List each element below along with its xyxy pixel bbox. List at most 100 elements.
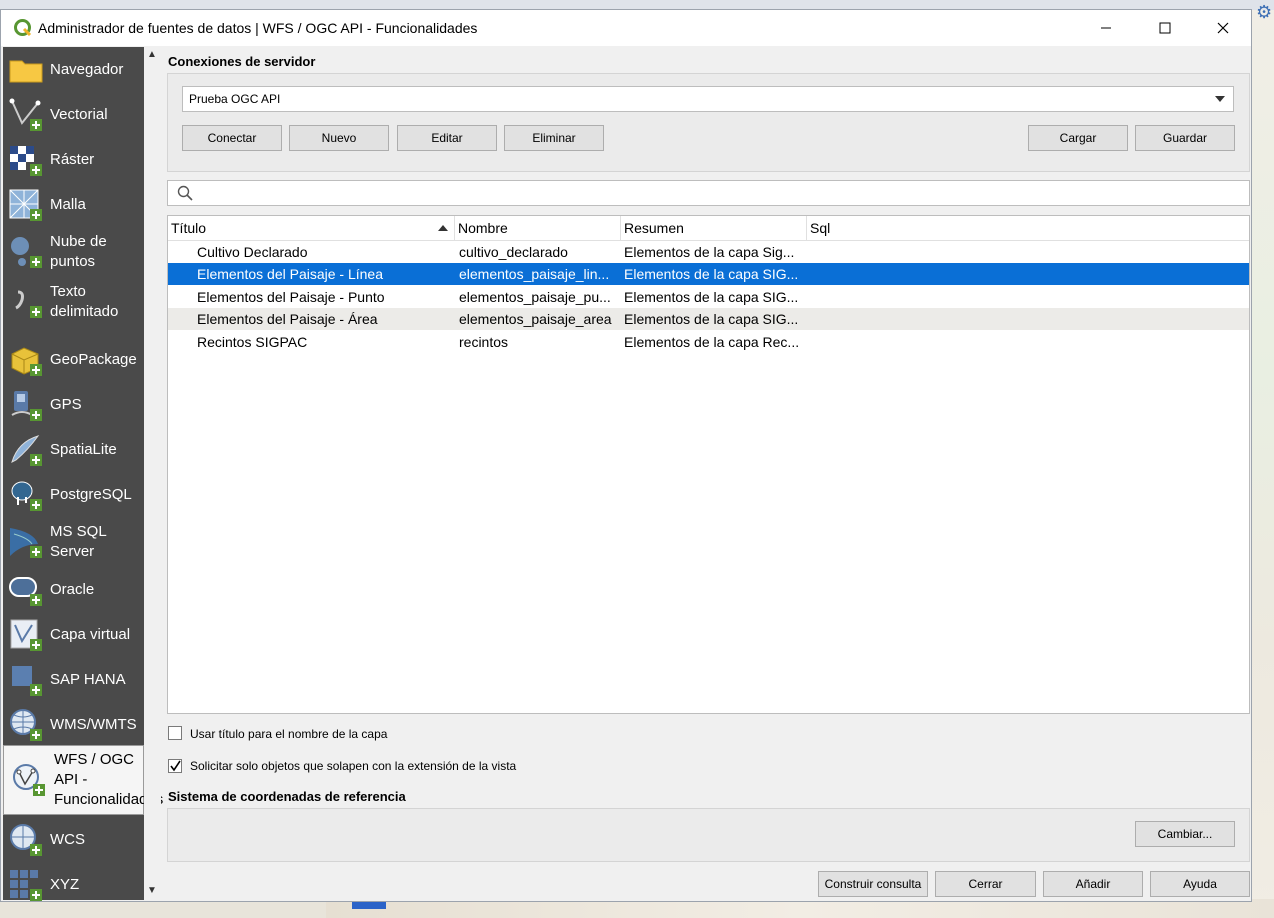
column-header-label: Título (171, 220, 207, 236)
search-icon (177, 185, 193, 201)
sidebar-item-postgresql[interactable]: PostgreSQL (3, 472, 144, 517)
virtual-layer-add-icon (10, 619, 42, 651)
cell-title: Cultivo Declarado (197, 244, 308, 260)
sidebar-item-raster[interactable]: Ráster (3, 137, 144, 182)
load-connections-button[interactable]: Cargar (1028, 125, 1128, 151)
cell-title: Elementos del Paisaje - Punto (197, 289, 385, 305)
cell-name: elementos_paisaje_pu... (459, 289, 611, 305)
cell-summary: Elementos de la capa Sig... (624, 244, 795, 260)
pointcloud-add-icon (11, 237, 42, 268)
chevron-down-icon (1215, 96, 1225, 102)
sidebar-item-xyz[interactable]: XYZ (3, 862, 144, 907)
sidebar-item-gps[interactable]: GPS (3, 382, 144, 427)
data-source-manager-dialog: Administrador de fuentes de datos | WFS … (0, 9, 1252, 902)
only-extent-label: Solicitar solo objetos que solapen con l… (190, 759, 517, 773)
sidebar-item-label: GeoPackage (50, 350, 137, 368)
use-title-label: Usar título para el nombre de la capa (190, 727, 388, 741)
sidebar-item-label: WMS/WMTS (50, 715, 137, 733)
checkmark-icon (170, 760, 181, 772)
cell-name: elementos_paisaje_area (459, 311, 612, 327)
column-header-summary[interactable]: Resumen (621, 216, 807, 240)
sidebar-item-label: Texto delimitado (50, 283, 119, 320)
delimited-text-add-icon (15, 290, 42, 318)
sidebar-item-label: Capa virtual (50, 625, 131, 643)
sidebar-item-label: XYZ (50, 875, 80, 893)
sidebar-item-capa-virtual[interactable]: Capa virtual (3, 612, 144, 657)
close-button[interactable] (1194, 10, 1252, 46)
table-row[interactable]: Cultivo Declarado cultivo_declarado Elem… (168, 241, 1249, 263)
table-row-selected[interactable]: Elementos del Paisaje - Línea elementos_… (168, 263, 1249, 285)
postgresql-add-icon (11, 481, 42, 511)
mssql-add-icon (10, 528, 42, 558)
cell-summary: Elementos de la capa Rec... (624, 334, 800, 350)
cell-title: Elementos del Paisaje - Línea (197, 266, 383, 282)
scroll-down-icon[interactable]: ▼ (147, 885, 157, 896)
background-map (1252, 10, 1274, 918)
connection-select[interactable]: Prueba OGC API (182, 86, 1234, 112)
save-connections-button[interactable]: Guardar (1135, 125, 1235, 151)
sidebar-item-wfs-ogc-api[interactable]: WFS / OGC API - Funcionalidades (3, 745, 163, 815)
column-header-title[interactable]: Título (168, 216, 455, 240)
new-connection-button[interactable]: Nuevo (289, 125, 389, 151)
search-input[interactable] (167, 180, 1250, 206)
vector-add-icon (9, 98, 42, 131)
sidebar-item-sap-hana[interactable]: SAP HANA (3, 657, 144, 702)
sidebar-item-vectorial[interactable]: Vectorial (3, 92, 144, 137)
raster-add-icon (10, 145, 42, 176)
sidebar-scrollbar[interactable]: ▲ ▼ (144, 47, 161, 900)
scroll-up-icon[interactable]: ▲ (147, 49, 157, 60)
column-header-name[interactable]: Nombre (455, 216, 621, 240)
scrollbar-thumb[interactable] (146, 693, 159, 889)
window-title: Administrador de fuentes de datos | WFS … (38, 20, 478, 36)
cell-summary: Elementos de la capa SIG... (624, 266, 799, 282)
maximize-button[interactable] (1136, 10, 1194, 46)
close-dialog-button[interactable]: Cerrar (935, 871, 1036, 897)
sidebar-item-texto-delimitado[interactable]: Texto delimitado (3, 277, 144, 327)
use-title-checkbox[interactable] (168, 726, 182, 740)
table-header: Título Nombre Resumen Sql (168, 216, 1249, 241)
title-bar: Administrador de fuentes de datos | WFS … (1, 10, 1251, 46)
sidebar-item-navegador[interactable]: Navegador (3, 47, 144, 92)
sidebar-item-oracle[interactable]: Oracle (3, 567, 144, 612)
sidebar-item-label: PostgreSQL (50, 485, 132, 503)
sidebar-item-geopackage[interactable]: GeoPackage (3, 337, 144, 382)
help-button[interactable]: Ayuda (1150, 871, 1250, 897)
cell-name: elementos_paisaje_lin... (459, 266, 610, 282)
sidebar-item-label: Nube de puntos (50, 233, 107, 270)
delete-connection-button[interactable]: Eliminar (504, 125, 604, 151)
mesh-add-icon (9, 189, 42, 221)
connections-section-label: Conexiones de servidor (168, 54, 316, 69)
cell-name: cultivo_declarado (459, 244, 568, 260)
sidebar-item-label: SpatiaLite (50, 440, 117, 458)
minimize-button[interactable] (1077, 10, 1135, 46)
close-icon (1217, 22, 1229, 34)
change-crs-button[interactable]: Cambiar... (1135, 821, 1235, 847)
sap-hana-add-icon (12, 665, 42, 696)
minimize-icon (1101, 27, 1111, 29)
qgis-logo-icon (14, 19, 32, 37)
sidebar-item-malla[interactable]: Malla (3, 182, 144, 227)
table-row[interactable]: Elementos del Paisaje - Área elementos_p… (168, 308, 1249, 330)
table-row[interactable]: Recintos SIGPAC recintos Elementos de la… (168, 331, 1249, 353)
sidebar-item-label: GPS (50, 395, 82, 413)
sidebar-item-wcs[interactable]: WCS (3, 817, 144, 862)
add-layer-button[interactable]: Añadir (1043, 871, 1143, 897)
sidebar-item-spatialite[interactable]: SpatiaLite (3, 427, 144, 472)
sidebar-item-label: Vectorial (50, 105, 108, 123)
table-row[interactable]: Elementos del Paisaje - Punto elementos_… (168, 286, 1249, 308)
edit-connection-button[interactable]: Editar (397, 125, 497, 151)
sidebar-item-wms-wmts[interactable]: WMS/WMTS (3, 702, 144, 747)
cell-name: recintos (459, 334, 509, 350)
only-extent-checkbox[interactable] (168, 759, 182, 773)
wcs-add-icon (10, 823, 42, 856)
sidebar-item-ms-sql-server[interactable]: MS SQL Server (3, 517, 144, 567)
wfs-add-icon (13, 764, 45, 796)
cell-summary: Elementos de la capa SIG... (624, 311, 799, 327)
crs-group (167, 808, 1250, 862)
build-query-button[interactable]: Construir consulta (818, 871, 928, 897)
sidebar-item-nube-de-puntos[interactable]: Nube de puntos (3, 227, 144, 277)
column-header-sql[interactable]: Sql (807, 216, 1249, 240)
connect-button[interactable]: Conectar (182, 125, 282, 151)
cell-title: Elementos del Paisaje - Área (197, 311, 378, 327)
geopackage-add-icon (11, 346, 42, 376)
